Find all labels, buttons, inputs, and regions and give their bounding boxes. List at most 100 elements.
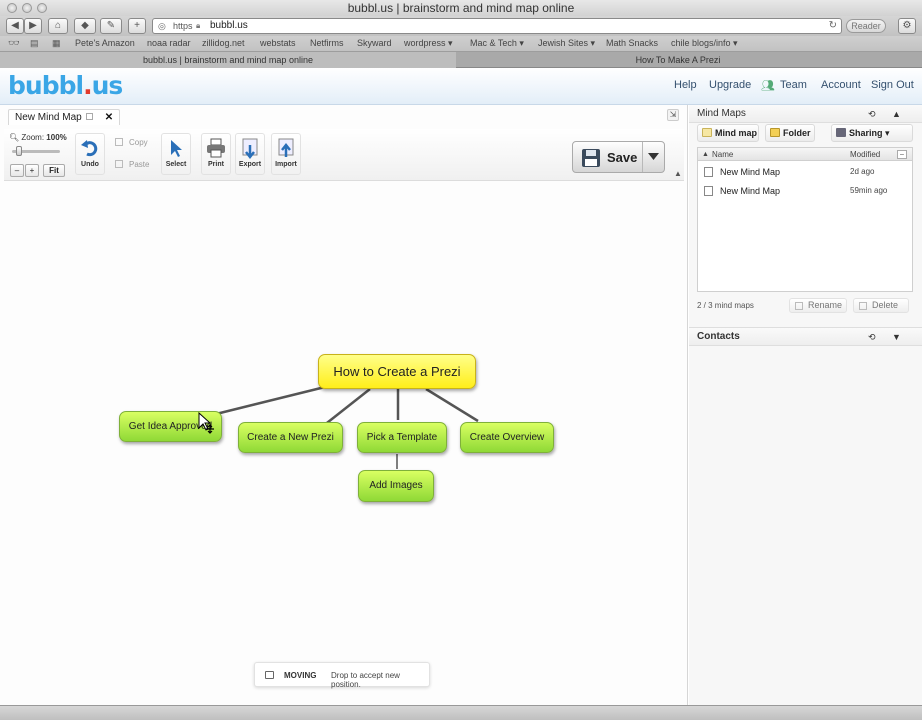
browser-toolbar: ◀ ▶ ⌂ ◆ ✎ + ◎ https 🔒︎ bubbl.us ↻ Reader… <box>0 16 922 36</box>
settings-gear-icon[interactable]: ⚙ <box>898 18 916 34</box>
floppy-disk-icon <box>582 149 600 167</box>
account-link[interactable]: Account <box>821 79 861 91</box>
file-row[interactable]: New Mind Map 59min ago <box>698 182 912 200</box>
copy-button[interactable]: Copy <box>115 138 148 147</box>
mindmap-node-overview[interactable]: Create Overview <box>460 422 554 453</box>
reading-list-icon[interactable]: 👓︎ <box>8 38 19 49</box>
move-cursor-icon <box>198 411 214 434</box>
status-toast: MOVING Drop to accept new position. <box>254 662 430 689</box>
url-scheme: https <box>173 21 193 31</box>
modified-column-header[interactable]: Modified <box>850 148 880 161</box>
new-mindmap-button[interactable]: Mind map <box>697 124 759 142</box>
connector-idea <box>211 385 326 417</box>
address-bar[interactable]: ◎ https 🔒︎ bubbl.us ↻ <box>152 18 842 34</box>
zoom-window-icon[interactable] <box>37 3 47 13</box>
bookmarks-bar: 👓︎ ▤ ▦ Pete's Amazon noaa radar zillidog… <box>0 36 922 52</box>
refresh-contacts-icon[interactable]: ⟲ <box>868 328 876 346</box>
back-icon[interactable]: ◀ <box>6 18 24 34</box>
bubbl-logo[interactable]: bubbl.us <box>8 71 123 100</box>
team-link[interactable]: Team <box>780 79 807 91</box>
bookmark-item[interactable]: Skyward <box>357 38 392 48</box>
browser-tab-strip: bubbl.us | brainstorm and mind map onlin… <box>0 52 922 68</box>
close-window-icon[interactable] <box>7 3 17 13</box>
print-button[interactable]: Print <box>201 133 231 175</box>
home-icon[interactable]: ⌂ <box>48 18 68 34</box>
collapse-mindmaps-icon[interactable]: ▲ <box>892 105 901 123</box>
expand-contacts-icon[interactable]: ▼ <box>892 328 901 346</box>
export-icon <box>242 138 258 159</box>
zoom-in-button[interactable]: + <box>25 164 39 177</box>
logo-main: bubbl <box>8 71 84 100</box>
forward-icon[interactable]: ▶ <box>24 18 42 34</box>
bookmark-item[interactable]: Mac & Tech ▾ <box>470 38 524 49</box>
contacts-title: Contacts <box>697 331 740 342</box>
mindmaps-title: Mind Maps <box>697 108 746 119</box>
zoom-fit-button[interactable]: Fit <box>43 164 65 177</box>
signout-link[interactable]: Sign Out <box>871 79 914 91</box>
upgrade-link[interactable]: Upgrade <box>709 79 751 91</box>
save-dropdown-button[interactable] <box>642 142 664 172</box>
mindmap-node-template[interactable]: Pick a Template <box>357 422 447 453</box>
collapse-toolbar-icon[interactable]: ▲ <box>674 169 682 178</box>
mindmap-node-images[interactable]: Add Images <box>358 470 434 502</box>
undo-button[interactable]: Undo <box>75 133 105 175</box>
zoom-out-button[interactable]: – <box>10 164 24 177</box>
import-icon <box>278 138 294 157</box>
rename-button[interactable]: Rename <box>789 298 847 313</box>
show-bookmarks-icon[interactable]: ▤ <box>30 38 39 49</box>
close-tab-icon[interactable]: ✕ <box>105 112 113 123</box>
add-bookmark-icon[interactable]: + <box>128 18 146 34</box>
paste-button[interactable]: Paste <box>115 160 149 169</box>
select-button[interactable]: Select <box>161 133 191 175</box>
help-link[interactable]: Help <box>674 79 697 91</box>
folder-icon <box>770 128 780 137</box>
file-list-header: ▲ Name Modified – <box>698 148 912 161</box>
share-icon <box>836 128 846 137</box>
name-column-header[interactable]: Name <box>712 148 733 161</box>
mindmap-file-list: ▲ Name Modified – New Mind Map 2d ago Ne… <box>697 147 913 292</box>
browser-tab[interactable]: How To Make A Prezi <box>458 52 898 68</box>
minimize-window-icon[interactable] <box>22 3 32 13</box>
window-title: bubbl.us | brainstorm and mind map onlin… <box>347 1 575 15</box>
sort-up-icon[interactable]: ▲ <box>702 148 709 161</box>
new-folder-button[interactable]: Folder <box>765 124 815 142</box>
expand-icon[interactable]: ⇲ <box>667 109 679 121</box>
bookmark-item[interactable]: zillidog.net <box>202 38 245 48</box>
import-button[interactable]: Import <box>271 133 301 175</box>
bookmark-item[interactable]: webstats <box>260 38 296 48</box>
sharing-button[interactable]: Sharing ▾ <box>831 124 913 142</box>
zoom-slider-handle[interactable] <box>16 146 22 156</box>
mindmap-connections <box>211 385 479 469</box>
save-button[interactable]: Save <box>572 141 665 173</box>
chevron-down-icon: ▾ <box>885 128 890 138</box>
reload-icon[interactable]: ↻ <box>829 20 837 31</box>
tools-icon[interactable]: ✎ <box>100 18 122 34</box>
status-state: MOVING <box>284 671 317 680</box>
bookmark-item[interactable]: noaa radar <box>147 38 191 48</box>
export-button[interactable]: Export <box>235 133 265 175</box>
delete-button[interactable]: Delete <box>853 298 909 313</box>
rename-icon <box>795 302 803 310</box>
bookmark-item[interactable]: Pete's Amazon <box>75 38 135 48</box>
top-sites-grid-icon[interactable]: ▦ <box>52 38 61 49</box>
document-tab[interactable]: New Mind Map ✕ <box>8 109 121 125</box>
top-sites-icon[interactable]: ◆ <box>74 18 96 34</box>
browser-tab-active[interactable]: bubbl.us | brainstorm and mind map onlin… <box>0 52 456 68</box>
bookmark-item[interactable]: Netfirms <box>310 38 344 48</box>
refresh-mindmaps-icon[interactable]: ⟲ <box>868 105 876 123</box>
undo-icon <box>81 140 98 157</box>
file-row[interactable]: New Mind Map 2d ago <box>698 163 912 181</box>
document-tab-label: New Mind Map <box>15 112 82 123</box>
mindmap-node-root[interactable]: How to Create a Prezi <box>318 354 476 389</box>
bookmark-item[interactable]: wordpress ▾ <box>404 38 453 49</box>
mindmap-node-new-prezi[interactable]: Create a New Prezi <box>238 422 343 453</box>
reader-button[interactable]: Reader <box>846 19 886 33</box>
logo-dot: . <box>83 71 92 100</box>
bookmark-item[interactable]: Jewish Sites ▾ <box>538 38 595 49</box>
document-icon <box>704 167 713 177</box>
column-options-icon[interactable]: – <box>897 150 907 159</box>
bookmark-item[interactable]: Math Snacks <box>606 38 658 48</box>
rename-tab-icon[interactable] <box>85 113 93 120</box>
window-titlebar: bubbl.us | brainstorm and mind map onlin… <box>0 0 922 16</box>
bookmark-item[interactable]: chile blogs/info ▾ <box>671 38 738 49</box>
